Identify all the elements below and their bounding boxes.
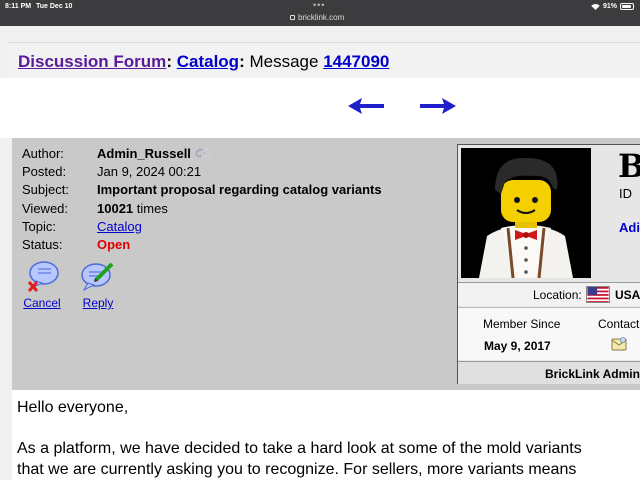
- subject-label: Subject:: [22, 182, 69, 198]
- message-header-panel: Author: Admin_Russell Posted: Jan 9, 202…: [12, 138, 640, 390]
- breadcrumb-bar: Discussion Forum: Catalog: Message 14470…: [8, 42, 640, 78]
- topic-row: Topic: Catalog: [22, 217, 382, 235]
- status-bar: 8:11 PM Tue Dec 10 ••• bricklink.com 91%: [0, 0, 640, 26]
- status-date: Tue Dec 10: [36, 3, 73, 10]
- username-initial: B: [618, 147, 640, 185]
- viewed-label: Viewed:: [22, 200, 69, 216]
- status-time: 8:11 PM: [5, 3, 32, 10]
- breadcrumb-separator: :: [166, 52, 172, 71]
- topic-link[interactable]: Catalog: [97, 219, 142, 234]
- cancel-label[interactable]: Cancel: [23, 296, 60, 310]
- profile-name-link[interactable]: Adi: [619, 220, 640, 235]
- body-greeting: Hello everyone,: [17, 399, 129, 416]
- envelope-icon[interactable]: [611, 336, 627, 352]
- reply-bubble-icon: [81, 262, 114, 292]
- chain-link-icon[interactable]: [195, 147, 211, 159]
- author-label: Author:: [22, 145, 64, 161]
- page: Discussion Forum: Catalog: Message 14470…: [0, 26, 640, 480]
- viewed-suffix: times: [136, 200, 168, 216]
- message-body: Hello everyone, As a platform, we have d…: [12, 390, 640, 480]
- id-label: ID: [619, 186, 632, 201]
- message-info: Author: Admin_Russell Posted: Jan 9, 202…: [22, 144, 382, 254]
- subject-text: Important proposal regarding catalog var…: [97, 182, 382, 198]
- battery-percent: 91%: [602, 3, 617, 10]
- forum-link[interactable]: Discussion Forum: [18, 52, 166, 71]
- message-label: Message: [249, 52, 319, 71]
- viewed-row: Viewed: 10021 times: [22, 199, 382, 217]
- author-name[interactable]: Admin_Russell: [97, 146, 191, 161]
- posted-label: Posted:: [22, 163, 67, 179]
- message-actions: Cancel Reply: [22, 260, 118, 310]
- viewed-count: 10021: [97, 200, 134, 216]
- minifigure-avatar-icon: [461, 148, 591, 278]
- location-row: Location: USA: [458, 282, 640, 306]
- author-profile-card: B ID Adi Location: USA Member Since May …: [457, 144, 640, 384]
- member-since-label: Member Since: [483, 317, 561, 331]
- catalog-link[interactable]: Catalog: [177, 52, 239, 71]
- role-row: BrickLink Admin: [458, 361, 640, 384]
- role-label: BrickLink Admin: [545, 367, 640, 381]
- address-bar[interactable]: bricklink.com: [290, 13, 344, 22]
- body-line: As a platform, we have decided to take a…: [17, 440, 582, 457]
- usa-flag-icon: [586, 286, 610, 303]
- subject-row: Subject: Important proposal regarding ca…: [22, 181, 382, 199]
- battery-icon: [620, 3, 634, 10]
- cancel-button[interactable]: Cancel: [22, 260, 62, 310]
- topic-label: Topic:: [22, 218, 56, 234]
- nav-strip: [0, 78, 640, 138]
- member-info: Member Since May 9, 2017 Contact: [458, 307, 640, 360]
- wifi-icon: [591, 3, 600, 10]
- status-indicators: 91%: [591, 3, 634, 10]
- posted-row: Posted: Jan 9, 2024 00:21: [22, 162, 382, 180]
- posted-date: Jan 9, 2024 00:21: [97, 163, 202, 179]
- cancel-bubble-icon: [27, 261, 59, 292]
- avatar[interactable]: [461, 148, 591, 278]
- contact-label: Contact: [598, 317, 640, 331]
- member-since-date: May 9, 2017: [484, 339, 551, 353]
- body-line: that we are currently asking you to reco…: [17, 461, 577, 478]
- status-value: Open: [97, 237, 131, 253]
- reply-button[interactable]: Reply: [78, 260, 118, 310]
- message-navigation: [348, 96, 456, 116]
- message-id-link[interactable]: 1447090: [323, 52, 389, 71]
- lock-icon: [290, 15, 295, 20]
- url-text: bricklink.com: [298, 13, 345, 22]
- tab-menu-icon[interactable]: •••: [313, 0, 325, 10]
- previous-arrow-icon[interactable]: [348, 96, 386, 116]
- status-row: Status: Open: [22, 235, 382, 253]
- battery-level: [622, 5, 632, 8]
- location-value: USA: [615, 288, 640, 302]
- status-label: Status:: [22, 237, 63, 253]
- next-arrow-icon[interactable]: [418, 96, 456, 116]
- breadcrumb-separator: :: [239, 52, 245, 71]
- breadcrumb: Discussion Forum: Catalog: Message 14470…: [18, 52, 389, 72]
- reply-label[interactable]: Reply: [83, 296, 114, 310]
- author-row: Author: Admin_Russell: [22, 144, 382, 162]
- location-label: Location:: [533, 288, 582, 302]
